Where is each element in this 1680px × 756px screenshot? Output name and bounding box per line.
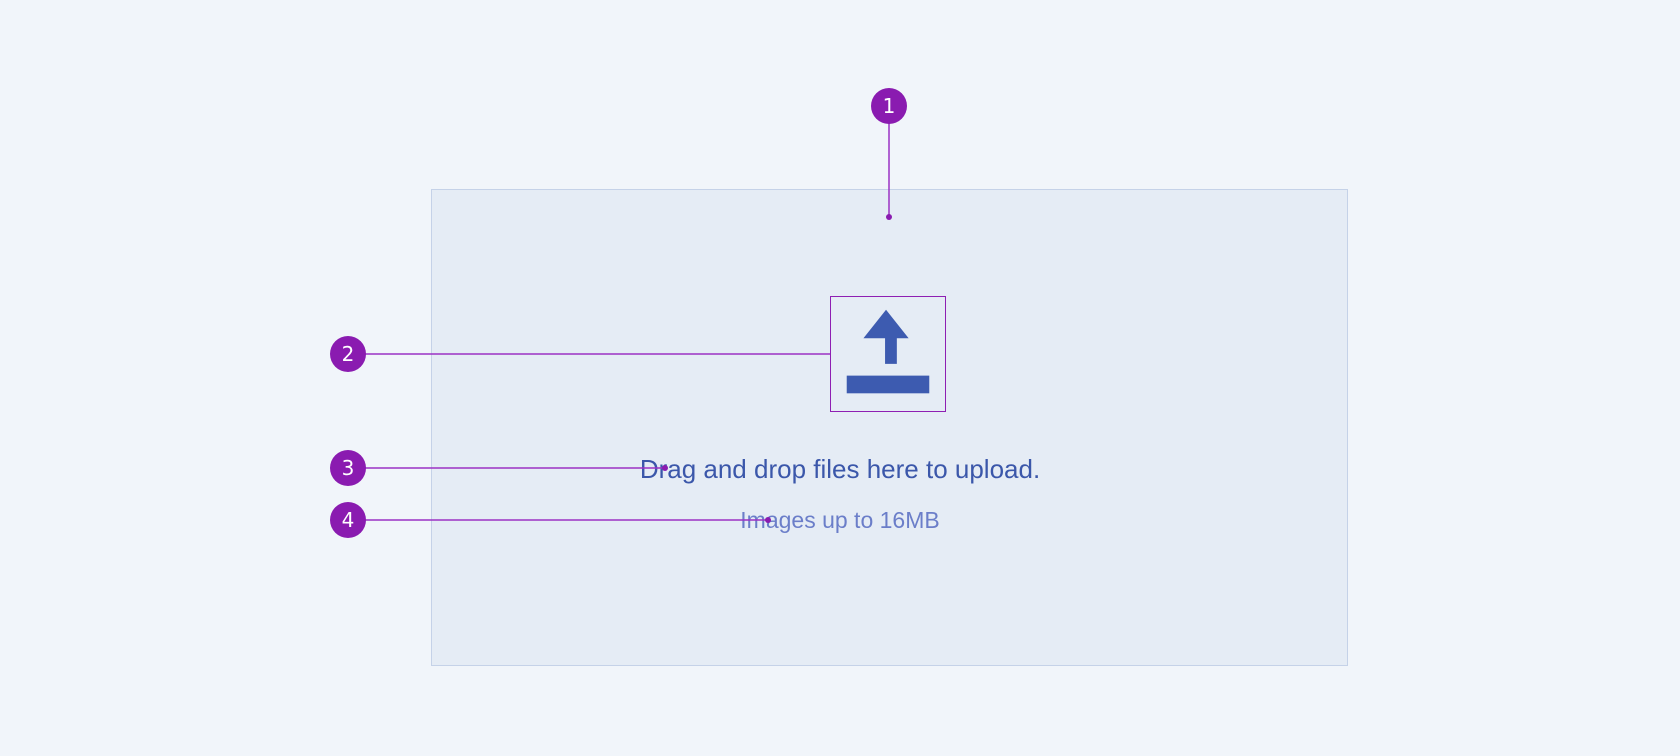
callout-marker-4: 4 [330,502,366,538]
diagram: Drag and drop files here to upload. Imag… [0,0,1680,756]
callout-marker-3: 3 [330,450,366,486]
dropzone-hint-row: Images up to 16MB [0,506,1680,534]
upload-icon-frame [830,296,946,412]
upload-arrow [863,309,909,364]
upload-tray [846,375,930,394]
dropzone-title: Drag and drop files here to upload. [639,454,1041,484]
dropzone-container[interactable] [431,189,1348,666]
upload-icon [846,309,930,394]
callout-marker-1: 1 [871,88,907,124]
dropzone-title-row: Drag and drop files here to upload. [0,452,1680,486]
callout-marker-2: 2 [330,336,366,372]
dropzone-hint: Images up to 16MB [740,507,940,533]
